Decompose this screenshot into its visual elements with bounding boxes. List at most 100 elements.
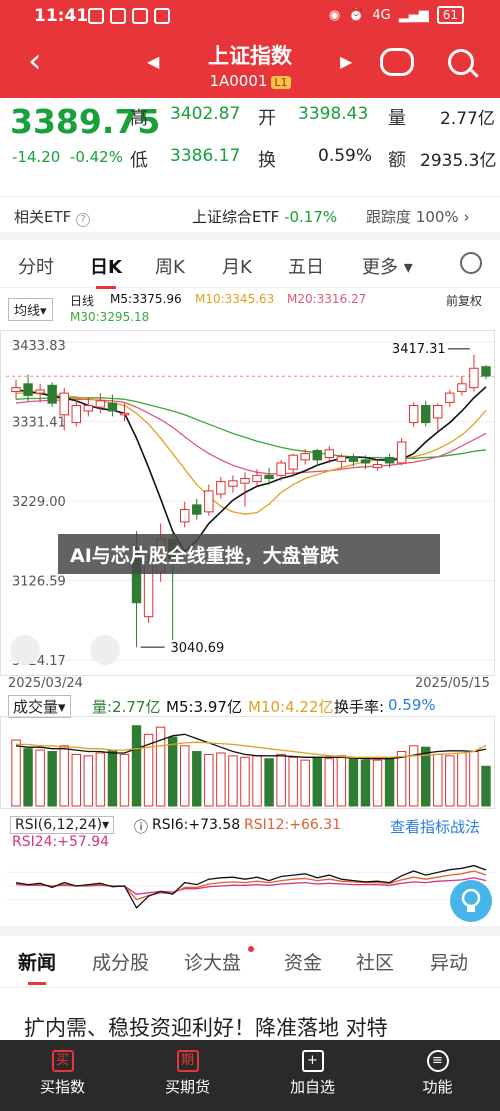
tab-monthly-k[interactable]: 月K [222,253,252,279]
candle-body [288,454,298,470]
chevron-down-icon: ▾ [58,698,66,716]
volume-bar [71,753,81,807]
app-notification-icon [154,8,170,24]
ma20-value: M20:3316.27 [287,292,367,306]
candle-body [192,504,202,515]
expand-left-button [10,635,40,665]
nav-label: 买期货 [164,1078,210,1096]
bottom-nav: 买 买指数 期 买期货 + 加自选 ≡ 功能 [0,1040,500,1111]
nav-add-watchlist[interactable]: + 加自选 [250,1040,375,1111]
nav-buy-futures[interactable]: 期 买期货 [125,1040,250,1111]
candle-body [83,405,94,412]
page-title: 上证指数 [208,44,292,68]
tab-more-label: 更多 [362,257,398,278]
app-notification-icon [132,8,148,24]
level-badge: L1 [271,76,291,89]
rsi6-value: RSI6:+73.58 [152,817,241,833]
tab-intraday[interactable]: 分时 [18,253,54,279]
candlestick-chart[interactable]: 3433.833331.413229.003126.593024.173417.… [0,330,500,690]
candle-body [23,383,33,396]
low-value: 3386.17 [170,146,241,166]
robot-icon[interactable] [380,48,414,76]
tracking-label: 跟踪度 [366,208,412,226]
candle-body [95,400,106,408]
rsi-indicator-selector[interactable]: RSI(6,12,24)▾ [10,816,115,834]
app-notification-icon [110,8,126,24]
volume-indicator-selector[interactable]: 成交量▾ [8,695,71,718]
tab-more[interactable]: 更多 ▾ [362,253,413,279]
search-icon[interactable] [448,49,474,75]
candle-body [312,450,322,461]
candle-body [360,459,371,464]
start-date: 2025/03/24 [8,676,83,691]
news-headline[interactable]: 扩内需、稳投资迎利好！降准落地 对特 [24,1012,388,1042]
buy-futures-icon: 期 [176,1050,199,1072]
tab-constituents[interactable]: 成分股 [92,948,149,975]
help-icon[interactable]: ? [76,213,91,227]
divider [0,926,500,936]
volume-bar [372,759,383,807]
volume-bar [167,736,178,807]
candle-body [421,405,431,424]
etf-change: -0.17% [284,208,338,226]
volume-bar [433,753,443,807]
info-icon[interactable]: ⓘ [134,817,148,837]
candle-body [35,389,45,394]
etf-tracking: 跟踪度 100% › [366,206,469,227]
volume-bar [360,759,371,807]
lightbulb-icon[interactable] [450,880,492,922]
ma-selector-label: 均线 [14,304,41,319]
chevron-right-icon: › [463,208,470,226]
nav-functions[interactable]: ≡ 功能 [375,1040,500,1111]
volume-bar [396,751,407,807]
tab-diagnosis[interactable]: 诊大盘 [184,948,241,975]
signal-icon: ▂▄▆ [398,7,429,23]
tab-weekly-k[interactable]: 周K [155,253,185,279]
candle-body [396,441,407,464]
adjust-mode[interactable]: 前复权 [446,292,482,309]
y-tick-label: 3433.83 [12,339,66,354]
candle-body [264,474,274,479]
volume-bar [336,755,347,807]
tab-funds[interactable]: 资金 [284,948,322,975]
tab-five-day[interactable]: 五日 [288,253,324,279]
nav-buy-index[interactable]: 买 买指数 [0,1040,125,1111]
rsi-chart[interactable] [0,848,500,926]
ma10-value: M10:3345.63 [195,292,275,306]
chevron-down-icon: ▾ [40,304,47,319]
chart-settings-icon[interactable] [460,252,482,274]
add-watchlist-icon: + [301,1050,324,1072]
rsi12-value: RSI12:+66.31 [244,817,342,833]
status-time: 11:41 [34,6,89,26]
related-etf-label: 相关ETF [14,208,72,226]
candle-body [204,490,214,513]
amount-value: 2935.3亿 [420,151,497,171]
ma-selector-button[interactable]: 均线▾ [8,298,53,321]
chart-frame [0,330,495,676]
view-strategy-link[interactable]: 查看指标战法 [390,816,480,837]
notification-icons [88,8,170,24]
news-banner[interactable]: AI与芯片股全线重挫，大盘普跌 [58,534,440,574]
tab-daily-k[interactable]: 日K [90,253,122,289]
tab-news[interactable]: 新闻 [18,948,56,985]
index-code-text: 1A0001 [209,72,268,90]
volume-chart[interactable] [0,716,500,810]
news-tabs: 新闻 成分股 诊大盘 资金 社区 异动 [0,936,500,988]
tab-community[interactable]: 社区 [356,948,394,975]
index-code: 1A0001 L1 [0,72,500,90]
candle-body [408,405,419,424]
candle-body [11,387,21,393]
y-tick-label: 3229.00 [12,495,66,510]
volume-bar [83,755,94,807]
candle-body [252,474,262,483]
chart-tabs: 分时 日K 周K 月K 五日 更多 ▾ [0,240,500,289]
tracking-value: 100% [415,208,459,226]
volume-bar [457,752,467,807]
volume-bar [300,759,310,807]
tab-movement[interactable]: 异动 [430,948,468,975]
candle-body [384,457,395,464]
volume-label: 量 [388,108,406,129]
related-etf-row[interactable]: 相关ETF ? 上证综合ETF -0.17% 跟踪度 100% › [0,196,500,232]
volume-bar [11,739,21,807]
next-index-icon[interactable]: ▶ [340,52,352,71]
